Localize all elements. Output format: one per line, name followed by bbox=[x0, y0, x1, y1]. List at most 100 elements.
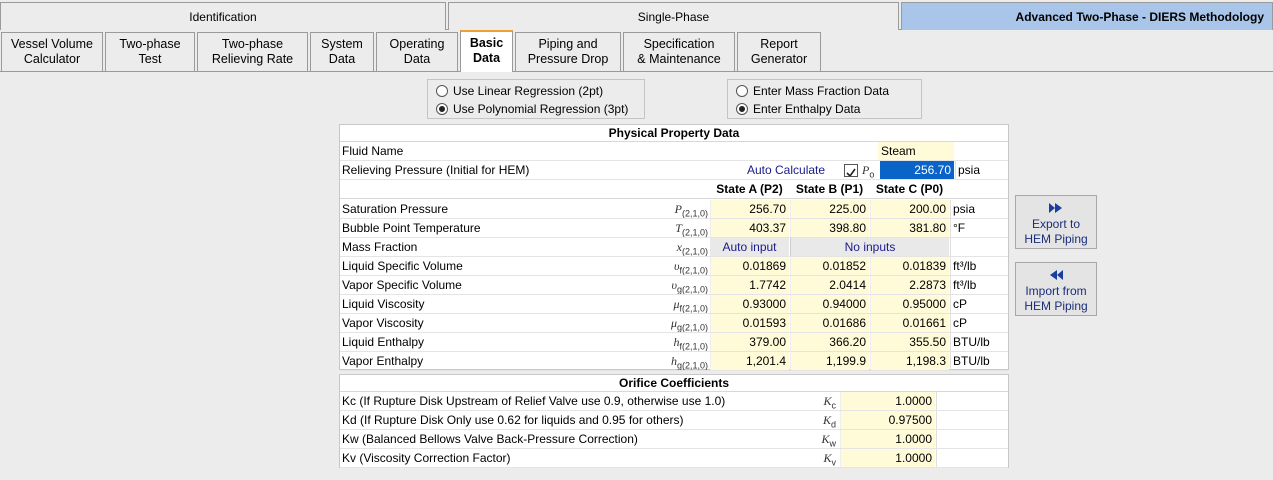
orifice-value[interactable]: 1.0000 bbox=[840, 392, 935, 410]
tab-label-line1: Specification bbox=[643, 37, 715, 51]
relieving-pressure-row: Relieving Pressure (Initial for HEM) Aut… bbox=[340, 161, 1008, 180]
state-c-value[interactable]: 0.95000 bbox=[870, 295, 949, 313]
auto-calculate-label: Auto Calculate bbox=[747, 163, 826, 177]
tab-label-line2: Test bbox=[138, 52, 162, 66]
property-label: Mass Fraction bbox=[342, 240, 418, 254]
property-unit: ft³/lb bbox=[950, 276, 1009, 294]
state-a-value[interactable]: 0.01593 bbox=[710, 314, 789, 332]
state-c-value[interactable]: 200.00 bbox=[870, 200, 949, 218]
tab-advanced-two-phase[interactable]: Advanced Two-Phase - DIERS Methodology bbox=[901, 2, 1273, 30]
tab-two-phase-test[interactable]: Two-phase Test bbox=[105, 32, 195, 71]
tab-label-line1: Vessel Volume bbox=[11, 37, 93, 51]
state-b-value[interactable]: 366.20 bbox=[790, 333, 869, 351]
tab-vessel-volume-calculator[interactable]: Vessel Volume Calculator bbox=[1, 32, 103, 71]
top-tab-bar: Identification Single-Phase Advanced Two… bbox=[0, 0, 1273, 30]
state-b-value[interactable]: 0.94000 bbox=[790, 295, 869, 313]
orifice-row: Kv (Viscosity Correction Factor) Kv 1.0000 bbox=[340, 449, 1008, 468]
import-button-line1: Import from bbox=[1025, 284, 1087, 298]
state-b-value[interactable]: 0.01686 bbox=[790, 314, 869, 332]
property-row: Mass Fraction x(2,1,0) Auto input No inputs bbox=[340, 238, 1008, 257]
orifice-label: Kw (Balanced Bellows Valve Back-Pressure… bbox=[342, 432, 638, 446]
state-c-value[interactable]: 381.80 bbox=[870, 219, 949, 237]
double-arrow-right-icon bbox=[1049, 203, 1062, 213]
tab-system-data[interactable]: System Data bbox=[310, 32, 374, 71]
state-c-value[interactable]: 0.01839 bbox=[870, 257, 949, 275]
tab-operating-data[interactable]: Operating Data bbox=[376, 32, 458, 71]
mass-fraction-radio[interactable]: Enter Mass Fraction Data bbox=[736, 83, 889, 99]
state-b-value[interactable]: 225.00 bbox=[790, 200, 869, 218]
orifice-symbol: Kd bbox=[822, 413, 836, 429]
tab-specification-maintenance[interactable]: Specification & Maintenance bbox=[623, 32, 735, 71]
linear-regression-radio[interactable]: Use Linear Regression (2pt) bbox=[436, 83, 603, 99]
tab-basic-data[interactable]: Basic Data bbox=[460, 30, 513, 72]
property-label: Vapor Enthalpy bbox=[342, 354, 424, 368]
property-symbol: T(2,1,0) bbox=[675, 221, 708, 237]
property-label: Liquid Enthalpy bbox=[342, 335, 425, 349]
radio-selected-icon bbox=[436, 103, 448, 115]
radio-label: Enter Mass Fraction Data bbox=[753, 84, 890, 98]
state-header-row: State A (P2) State B (P1) State C (P0) bbox=[340, 180, 1008, 199]
property-symbol: μg(2,1,0) bbox=[670, 316, 708, 332]
relieving-pressure-unit: psia bbox=[955, 161, 1009, 179]
state-b-value[interactable]: 0.01852 bbox=[790, 257, 869, 275]
tab-piping-pressure-drop[interactable]: Piping and Pressure Drop bbox=[515, 32, 621, 71]
orifice-value[interactable]: 1.0000 bbox=[840, 449, 935, 467]
state-c-header: State C (P0) bbox=[875, 182, 944, 196]
property-row: Vapor Enthalpy hg(2,1,0) 1,201.4 1,199.9 1,1… bbox=[340, 352, 1008, 371]
property-unit: ft³/lb bbox=[950, 257, 1009, 275]
state-b-value[interactable]: 2.0414 bbox=[790, 276, 869, 294]
tab-label-line2: & Maintenance bbox=[637, 52, 721, 66]
orifice-row: Kd (If Rupture Disk Only use 0.62 for li… bbox=[340, 411, 1008, 430]
orifice-symbol: Kv bbox=[823, 451, 836, 467]
tab-label-line2: Pressure Drop bbox=[527, 52, 609, 66]
tab-label-line1: Report bbox=[760, 37, 798, 51]
state-b-value[interactable]: 1,199.9 bbox=[790, 352, 869, 370]
property-label: Bubble Point Temperature bbox=[342, 221, 481, 235]
tab-single-phase[interactable]: Single-Phase bbox=[448, 2, 899, 30]
fluid-name-label: Fluid Name bbox=[342, 144, 404, 158]
physical-property-grid: Physical Property Data Fluid Name Steam … bbox=[339, 124, 1009, 371]
orifice-value[interactable]: 1.0000 bbox=[840, 430, 935, 448]
tab-two-phase-relieving-rate[interactable]: Two-phase Relieving Rate bbox=[197, 32, 308, 71]
property-label: Liquid Viscosity bbox=[342, 297, 425, 311]
export-hem-piping-button[interactable]: Export to HEM Piping bbox=[1015, 195, 1097, 249]
orifice-symbol: Kw bbox=[821, 432, 836, 448]
property-symbol: P(2,1,0) bbox=[674, 202, 708, 218]
property-row: Liquid Specific Volume υf(2,1,0) 0.01869 0.… bbox=[340, 257, 1008, 276]
state-c-value[interactable]: 0.01661 bbox=[870, 314, 949, 332]
polynomial-regression-radio[interactable]: Use Polynomial Regression (3pt) bbox=[436, 101, 628, 117]
enthalpy-radio[interactable]: Enter Enthalpy Data bbox=[736, 101, 860, 117]
radio-circle-icon bbox=[436, 85, 448, 97]
state-c-value[interactable]: 2.2873 bbox=[870, 276, 949, 294]
state-b-header: State B (P1) bbox=[795, 182, 864, 196]
tab-label-line2: Data bbox=[403, 52, 431, 66]
checkmark-icon bbox=[846, 168, 856, 176]
import-hem-piping-button[interactable]: Import from HEM Piping bbox=[1015, 262, 1097, 316]
tab-label-line2: Relieving Rate bbox=[211, 52, 294, 66]
state-a-value[interactable]: 379.00 bbox=[710, 333, 789, 351]
property-unit: cP bbox=[950, 314, 1009, 332]
tab-label-line1: Operating bbox=[389, 37, 445, 51]
auto-calculate-checkbox[interactable] bbox=[844, 164, 858, 177]
property-unit: °F bbox=[950, 219, 1009, 237]
state-a-value[interactable]: 256.70 bbox=[710, 200, 789, 218]
export-button-line2: HEM Piping bbox=[1024, 232, 1088, 246]
tab-identification[interactable]: Identification bbox=[0, 2, 446, 30]
state-a-value[interactable]: 403.37 bbox=[710, 219, 789, 237]
orifice-value[interactable]: 0.97500 bbox=[840, 411, 935, 429]
property-symbol: hf(2,1,0) bbox=[673, 335, 708, 351]
state-a-value[interactable]: 1.7742 bbox=[710, 276, 789, 294]
orifice-title: Orifice Coefficients bbox=[340, 375, 1008, 392]
state-a-value[interactable]: 0.93000 bbox=[710, 295, 789, 313]
fluid-name-input[interactable]: Steam bbox=[878, 142, 954, 160]
data-entry-option-group: Enter Mass Fraction Data Enter Enthalpy … bbox=[727, 79, 922, 119]
regression-option-group: Use Linear Regression (2pt) Use Polynomi… bbox=[427, 79, 645, 119]
state-c-value[interactable]: 355.50 bbox=[870, 333, 949, 351]
state-a-value[interactable]: 0.01869 bbox=[710, 257, 789, 275]
sub-tab-bar: Vessel Volume Calculator Two-phase Test … bbox=[0, 30, 1273, 72]
tab-report-generator[interactable]: Report Generator bbox=[737, 32, 821, 71]
relieving-pressure-input[interactable]: 256.70 bbox=[880, 161, 954, 179]
state-b-value[interactable]: 398.80 bbox=[790, 219, 869, 237]
state-a-value[interactable]: 1,201.4 bbox=[710, 352, 789, 370]
state-c-value[interactable]: 1,198.3 bbox=[870, 352, 949, 370]
